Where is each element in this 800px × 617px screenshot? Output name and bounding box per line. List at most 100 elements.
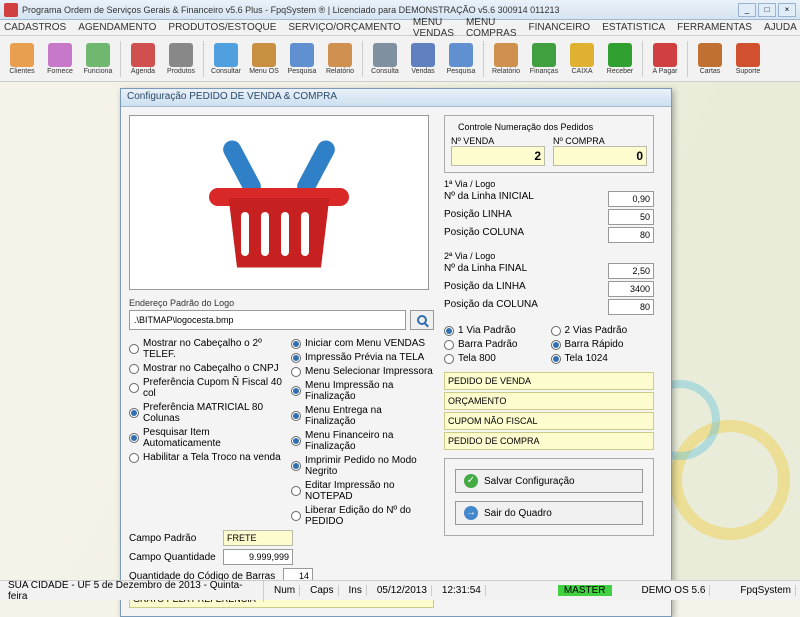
toolbar-funciona[interactable]: Funciona (80, 38, 116, 80)
status-brand: FpqSystem (736, 585, 796, 596)
option-radio[interactable]: Editar Impressão no NOTEPAD (291, 480, 434, 502)
cartas-icon (698, 43, 722, 67)
menu-compras[interactable]: MENU COMPRAS (466, 17, 517, 39)
campo-qtd-label: Campo Quantidade (129, 552, 219, 563)
option-radio[interactable]: Preferência MATRICIAL 80 Colunas (129, 402, 283, 424)
via-radio[interactable]: Barra Rápido (551, 339, 655, 350)
exit-button[interactable]: →Sair do Quadro (455, 501, 643, 525)
via-radio[interactable]: Tela 800 (444, 353, 548, 364)
option-radio[interactable]: Habilitar a Tela Troco na venda (129, 452, 283, 463)
pos-coluna2-label: Posição da COLUNA (444, 299, 538, 315)
option-radio[interactable]: Preferência Cupom Ñ Fiscal 40 col (129, 377, 283, 399)
toolbar-apagar[interactable]: A Pagar (647, 38, 683, 80)
radio-icon (291, 411, 301, 421)
menu-estatistica[interactable]: ESTATISTICA (602, 22, 665, 33)
clientes-icon (10, 43, 34, 67)
menu-ferramentas[interactable]: FERRAMENTAS (677, 22, 752, 33)
toolbar-pesquisa[interactable]: Pesquisa (284, 38, 320, 80)
section-button[interactable]: CUPOM NÃO FISCAL (444, 412, 654, 430)
minimize-button[interactable]: _ (738, 3, 756, 17)
option-radio[interactable]: Impressão Prévia na TELA (291, 352, 434, 363)
campo-padrao-input[interactable] (223, 530, 293, 546)
pos-linha-input[interactable] (608, 209, 654, 225)
option-radio[interactable]: Menu Selecionar Impressora (291, 366, 434, 377)
via-radio[interactable]: 2 Vias Padrão (551, 325, 655, 336)
toolbar-relatorio[interactable]: Relatório (322, 38, 358, 80)
toolbar-clientes[interactable]: Clientes (4, 38, 40, 80)
close-button[interactable]: × (778, 3, 796, 17)
toolbar-caixa[interactable]: CAIXA (564, 38, 600, 80)
toolbar-produtos[interactable]: Produtos (163, 38, 199, 80)
toolbar-consultar[interactable]: Consultar (208, 38, 244, 80)
radio-icon (129, 433, 139, 443)
campo-qtd-input[interactable] (223, 549, 293, 565)
menu-servico[interactable]: SERVIÇO/ORÇAMENTO (288, 22, 400, 33)
toolbar-pesquisa2[interactable]: Pesquisa (443, 38, 479, 80)
pos-linha2-label: Posição da LINHA (444, 281, 526, 297)
dialog-title: Configuração PEDIDO DE VENDA & COMPRA (121, 89, 671, 107)
n-venda-input[interactable] (451, 146, 545, 166)
consultar-icon (214, 43, 238, 67)
toolbar-consulta[interactable]: Consulta (367, 38, 403, 80)
toolbar-cartas[interactable]: Cartas (692, 38, 728, 80)
via-radio[interactable]: Barra Padrão (444, 339, 548, 350)
via1-title: 1ª Via / Logo (444, 179, 654, 189)
status-bar: SUA CIDADE - UF 5 de Dezembro de 2013 - … (0, 580, 800, 600)
linha-final-input[interactable] (608, 263, 654, 279)
status-date: 05/12/2013 (373, 585, 432, 596)
n-compra-label: Nº COMPRA (553, 136, 647, 146)
numeracao-group: Controle Numeração dos Pedidos Nº VENDA … (444, 115, 654, 173)
pos-linha2-input[interactable] (608, 281, 654, 297)
logo-path-input[interactable] (129, 310, 406, 330)
toolbar-vendas[interactable]: Vendas (405, 38, 441, 80)
option-radio[interactable]: Menu Impressão na Finalização (291, 380, 434, 402)
numeracao-title: Controle Numeração dos Pedidos (455, 122, 596, 132)
linha-inicial-label: Nº da Linha INICIAL (444, 191, 534, 207)
via2-title: 2ª Via / Logo (444, 251, 654, 261)
status-time: 12:31:54 (438, 585, 486, 596)
menu-vendas[interactable]: MENU VENDAS (413, 17, 454, 39)
option-radio[interactable]: Iniciar com Menu VENDAS (291, 338, 434, 349)
toolbar-receber[interactable]: Receber (602, 38, 638, 80)
save-button[interactable]: ✓Salvar Configuração (455, 469, 643, 493)
via-radio-set: 1 Via Padrão2 Vias PadrãoBarra PadrãoBar… (444, 323, 654, 366)
option-radio[interactable]: Mostrar no Cabeçalho o 2º TELEF. (129, 338, 283, 360)
radio-icon (291, 339, 301, 349)
radio-icon (129, 344, 139, 354)
menu-cadastros[interactable]: CADASTROS (4, 22, 66, 33)
menu-financeiro[interactable]: FINANCEIRO (529, 22, 591, 33)
toolbar-agenda[interactable]: Agenda (125, 38, 161, 80)
via-radio[interactable]: Tela 1024 (551, 353, 655, 364)
browse-button[interactable] (410, 310, 434, 330)
option-radio[interactable]: Imprimir Pedido no Modo Negrito (291, 455, 434, 477)
menu-ajuda[interactable]: AJUDA (764, 22, 797, 33)
section-button[interactable]: PEDIDO DE VENDA (444, 372, 654, 390)
toolbar-fornece[interactable]: Fornece (42, 38, 78, 80)
agenda-icon (131, 43, 155, 67)
maximize-button[interactable]: □ (758, 3, 776, 17)
menu-produtos[interactable]: PRODUTOS/ESTOQUE (168, 22, 276, 33)
option-radio[interactable]: Menu Financeiro na Finalização (291, 430, 434, 452)
toolbar-menu-os[interactable]: Menu OS (246, 38, 282, 80)
radio-icon (291, 511, 301, 521)
option-radio[interactable]: Liberar Edição do Nº do PEDIDO (291, 505, 434, 527)
pesquisa-icon (290, 43, 314, 67)
status-ins: Ins (345, 585, 367, 596)
via-radio[interactable]: 1 Via Padrão (444, 325, 548, 336)
linha-inicial-input[interactable] (608, 191, 654, 207)
toolbar-suporte[interactable]: Suporte (730, 38, 766, 80)
menu-agendamento[interactable]: AGENDAMENTO (78, 22, 156, 33)
pos-coluna-input[interactable] (608, 227, 654, 243)
n-compra-input[interactable] (553, 146, 647, 166)
radio-icon (444, 340, 454, 350)
toolbar-relatorio2[interactable]: Relatório (488, 38, 524, 80)
section-button[interactable]: ORÇAMENTO (444, 392, 654, 410)
toolbar-financas[interactable]: Finanças (526, 38, 562, 80)
main-toolbar: ClientesForneceFuncionaAgendaProdutosCon… (0, 36, 800, 82)
vendas-icon (411, 43, 435, 67)
option-radio[interactable]: Pesquisar Item Automaticamente (129, 427, 283, 449)
option-radio[interactable]: Mostrar no Cabeçalho o CNPJ (129, 363, 283, 374)
pos-coluna2-input[interactable] (608, 299, 654, 315)
option-radio[interactable]: Menu Entrega na Finalização (291, 405, 434, 427)
section-button[interactable]: PEDIDO DE COMPRA (444, 432, 654, 450)
